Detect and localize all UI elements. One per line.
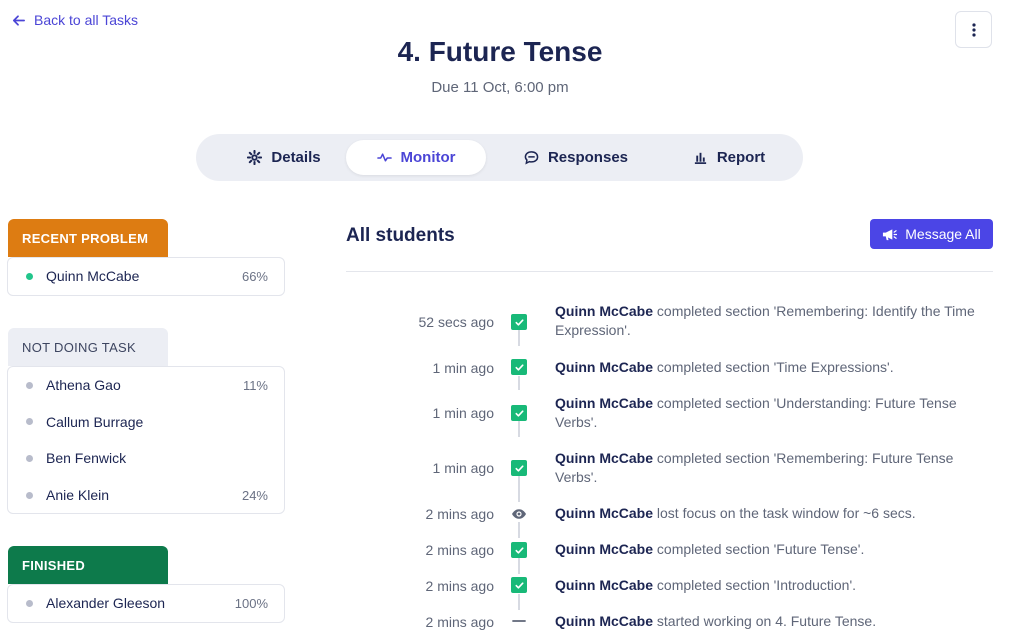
back-to-tasks-link[interactable]: Back to all Tasks <box>11 12 138 28</box>
activity-description: completed section 'Time Expressions'. <box>653 359 894 375</box>
eye-icon <box>511 506 527 522</box>
kebab-menu-icon <box>971 22 976 37</box>
student-list-finished: Alexander Gleeson 100% <box>7 584 285 623</box>
gear-icon <box>247 150 263 165</box>
status-dot <box>26 599 33 607</box>
page-title: 4. Future Tense <box>397 36 603 67</box>
activity-time: 2 mins ago <box>425 542 494 558</box>
activity-time: 1 min ago <box>432 405 494 421</box>
student-row[interactable]: Anie Klein 24% <box>8 477 284 514</box>
student-list-recent-problem: Quinn McCabe 66% <box>7 257 285 296</box>
status-dot <box>26 381 33 389</box>
divider <box>346 271 993 272</box>
student-row[interactable]: Quinn McCabe 66% <box>8 258 284 295</box>
arrow-left-icon <box>12 14 25 26</box>
activity-student[interactable]: Quinn McCabe <box>555 450 653 466</box>
activity-time: 2 mins ago <box>425 578 494 594</box>
activity-text: Quinn McCabe completed section 'Understa… <box>555 394 975 432</box>
timeline-connector <box>518 376 520 390</box>
activity-text: Quinn McCabe started working on 4. Futur… <box>555 612 975 631</box>
student-row[interactable]: Callum Burrage <box>8 404 284 441</box>
status-dot <box>26 272 33 280</box>
activity-time: 52 secs ago <box>418 314 495 330</box>
timeline-connector <box>518 522 520 538</box>
tab-label: Report <box>716 149 766 166</box>
tab-bar: Details Monitor Responses Report <box>196 134 803 181</box>
activity-text: Quinn McCabe lost focus on the task wind… <box>555 504 975 523</box>
message-all-button[interactable]: Message All <box>870 219 993 249</box>
message-all-label: Message All <box>905 226 981 242</box>
bar-chart-icon <box>694 152 706 164</box>
activity-student[interactable]: Quinn McCabe <box>555 395 653 411</box>
tab-label: Details <box>271 149 321 166</box>
megaphone-icon <box>883 228 898 240</box>
timeline-connector <box>518 476 520 502</box>
activity-time: 1 min ago <box>432 460 494 476</box>
check-icon <box>511 359 527 375</box>
activity-text: Quinn McCabe completed section 'Remember… <box>555 449 975 487</box>
student-name: Callum Burrage <box>46 413 144 430</box>
student-progress: 66% <box>241 268 268 284</box>
student-name: Quinn McCabe <box>46 268 140 285</box>
student-name: Anie Klein <box>46 487 110 504</box>
chat-icon <box>524 151 539 165</box>
student-progress: 11% <box>242 377 268 393</box>
activity-student[interactable]: Quinn McCabe <box>555 359 653 375</box>
activity-description: completed section 'Future Tense'. <box>653 541 865 557</box>
activity-text: Quinn McCabe completed section 'Introduc… <box>555 576 975 595</box>
student-row[interactable]: Athena Gao 11% <box>8 367 284 404</box>
status-dot <box>26 418 33 426</box>
activity-student[interactable]: Quinn McCabe <box>555 577 653 593</box>
status-dot <box>26 491 33 499</box>
student-name: Athena Gao <box>46 377 121 394</box>
tab-label: Monitor <box>400 149 456 166</box>
timeline-connector <box>518 330 520 346</box>
check-icon <box>511 577 527 593</box>
tab-responses[interactable]: Responses <box>506 140 646 175</box>
back-link-label: Back to all Tasks <box>34 12 139 28</box>
activity-description: completed section 'Introduction'. <box>653 577 857 593</box>
group-header-recent-problem: RECENT PROBLEM <box>8 219 168 257</box>
activity-student[interactable]: Quinn McCabe <box>555 613 653 629</box>
activity-time: 1 min ago <box>432 360 494 376</box>
group-header-not-doing-task: NOT DOING TASK <box>8 328 168 366</box>
activity-text: Quinn McCabe completed section 'Future T… <box>555 540 975 559</box>
status-dot <box>26 454 33 462</box>
check-icon <box>511 314 527 330</box>
dash-icon <box>511 613 527 629</box>
timeline-connector <box>518 421 520 437</box>
all-students-heading: All students <box>346 225 455 246</box>
due-date: Due 11 Oct, 6:00 pm <box>431 79 569 96</box>
tab-details[interactable]: Details <box>216 140 352 175</box>
activity-text: Quinn McCabe completed section 'Remember… <box>555 302 975 340</box>
activity-student[interactable]: Quinn McCabe <box>555 541 653 557</box>
activity-time: 2 mins ago <box>425 506 494 522</box>
timeline-connector <box>518 558 520 574</box>
student-progress: 24% <box>241 487 268 503</box>
tab-report[interactable]: Report <box>664 140 794 175</box>
activity-description: lost focus on the task window for ~6 sec… <box>653 505 916 521</box>
activity-student[interactable]: Quinn McCabe <box>555 303 653 319</box>
activity-student[interactable]: Quinn McCabe <box>555 505 653 521</box>
student-name: Ben Fenwick <box>46 450 127 467</box>
activity-description: started working on 4. Future Tense. <box>653 613 877 629</box>
check-icon <box>511 460 527 476</box>
tab-monitor[interactable]: Monitor <box>346 140 486 175</box>
check-icon <box>511 542 527 558</box>
timeline-connector <box>518 594 520 610</box>
tab-label: Responses <box>547 149 629 166</box>
student-name: Alexander Gleeson <box>46 595 166 612</box>
group-header-finished: FINISHED <box>8 546 168 584</box>
activity-icon <box>376 153 392 162</box>
activity-time: 2 mins ago <box>425 614 494 630</box>
student-progress: 100% <box>234 595 268 611</box>
student-list-not-doing-task: Athena Gao 11% Callum Burrage Ben Fenwic… <box>7 366 285 515</box>
activity-text: Quinn McCabe completed section 'Time Exp… <box>555 358 975 377</box>
student-row[interactable]: Ben Fenwick <box>8 440 284 477</box>
student-row[interactable]: Alexander Gleeson 100% <box>8 585 284 622</box>
check-icon <box>511 405 527 421</box>
